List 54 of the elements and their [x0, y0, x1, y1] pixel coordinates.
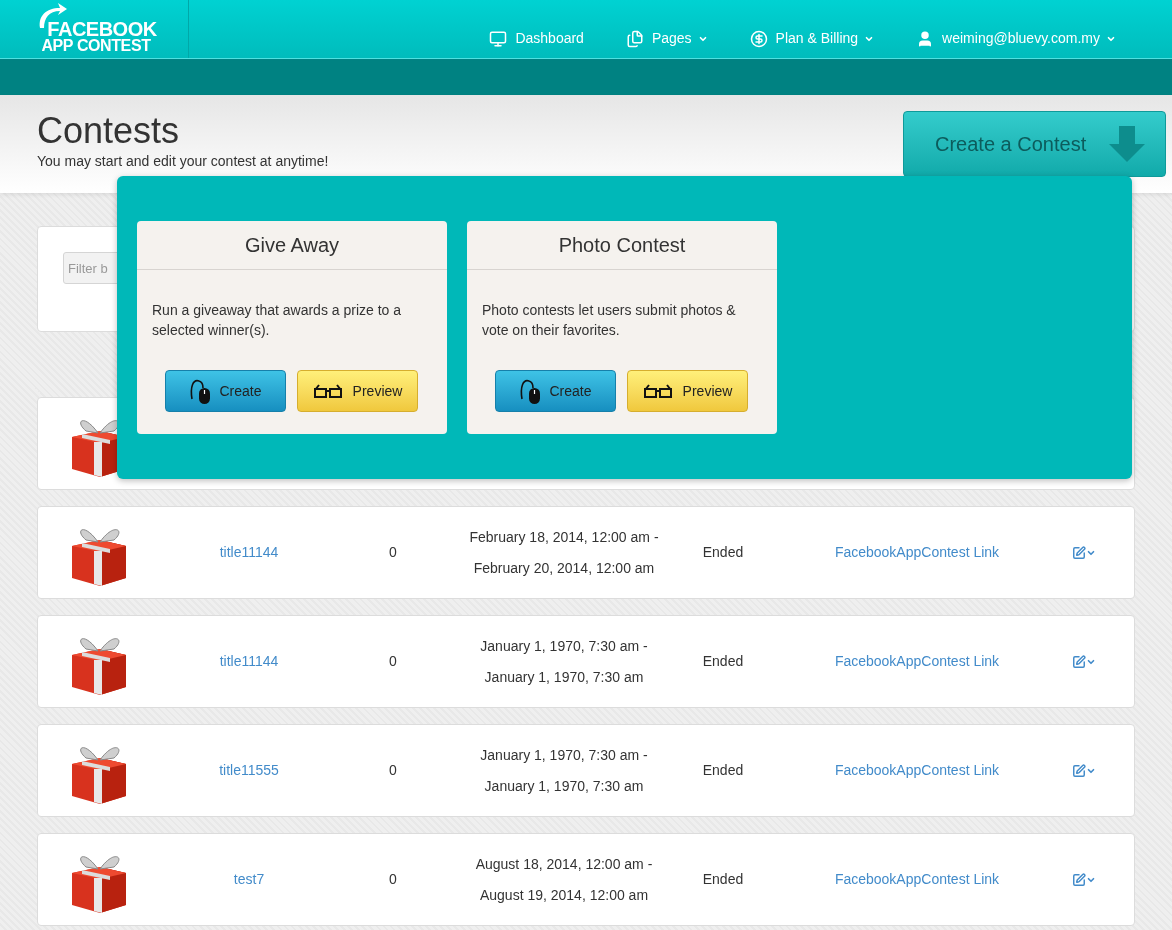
create-button[interactable]: Create [165, 370, 286, 412]
contest-link[interactable]: FacebookAppContest Link [834, 869, 1000, 890]
documents-icon [625, 29, 644, 48]
entry-count: 0 [389, 870, 397, 889]
end-date: January 1, 1970, 7:30 am [484, 776, 644, 796]
start-date: February 18, 2014, 12:00 am - [469, 527, 659, 547]
edit-icon [1072, 654, 1086, 669]
nav-link[interactable]: Pages [625, 28, 708, 49]
start-date: January 1, 1970, 7:30 am - [480, 745, 648, 765]
contest-link[interactable]: FacebookAppContest Link [834, 651, 1000, 672]
status-text: Ended [702, 652, 744, 671]
card-description: Photo contests let users submit photos & vote on their favorites. [481, 301, 737, 340]
end-date: January 1, 1970, 7:30 am [484, 667, 644, 687]
edit-dropdown[interactable] [1072, 872, 1096, 887]
contest-title-link[interactable]: title11144 [219, 542, 279, 563]
contest-title-link[interactable]: test7 [233, 869, 265, 890]
contest-title-link[interactable]: title11555 [219, 760, 279, 781]
status-text: Ended [702, 761, 744, 780]
status-text: Ended [702, 870, 744, 889]
edit-dropdown[interactable] [1072, 545, 1096, 560]
card-description: Run a giveaway that awards a prize to a selected winner(s). [151, 301, 403, 340]
app-logo[interactable]: FACEBOOK APP CONTEST [0, 0, 189, 58]
create-button[interactable]: Create [495, 370, 616, 412]
monitor-icon [489, 29, 508, 48]
end-date: February 20, 2014, 12:00 am [473, 558, 655, 578]
entry-count: 0 [389, 543, 397, 562]
start-date: August 18, 2014, 12:00 am - [475, 854, 653, 874]
nav-link[interactable]: Dashboard [489, 28, 584, 49]
card-title: Give Away [244, 233, 340, 258]
nav-link[interactable]: Plan & Billing [749, 28, 875, 49]
page-title: Contests [37, 111, 181, 151]
edit-dropdown[interactable] [1072, 654, 1096, 669]
preview-button[interactable]: Preview [627, 370, 748, 412]
create-contest-button[interactable]: Create a Contest [903, 111, 1166, 177]
glasses-icon [312, 383, 343, 399]
contest-title-link[interactable]: title11144 [219, 651, 279, 672]
nav-link[interactable]: weiming@bluevy.com.my [916, 28, 1116, 49]
page-subtitle: You may start and edit your contest at anytime! [37, 152, 329, 171]
edit-dropdown[interactable] [1072, 763, 1096, 778]
entry-count: 0 [389, 652, 397, 671]
edit-icon [1072, 763, 1086, 778]
entry-count: 0 [389, 761, 397, 780]
end-date: August 19, 2014, 12:00 am [479, 885, 649, 905]
down-arrow-icon [1107, 124, 1147, 164]
status-text: Ended [702, 543, 744, 562]
dollar-icon [749, 29, 768, 48]
contest-link[interactable]: FacebookAppContest Link [834, 760, 1000, 781]
preview-button[interactable]: Preview [297, 370, 418, 412]
start-date: January 1, 1970, 7:30 am - [480, 636, 648, 656]
edit-icon [1072, 872, 1086, 887]
glasses-icon [642, 383, 673, 399]
card-title: Photo Contest [558, 233, 686, 258]
contest-link[interactable]: FacebookAppContest Link [834, 542, 1000, 563]
edit-icon [1072, 545, 1086, 560]
